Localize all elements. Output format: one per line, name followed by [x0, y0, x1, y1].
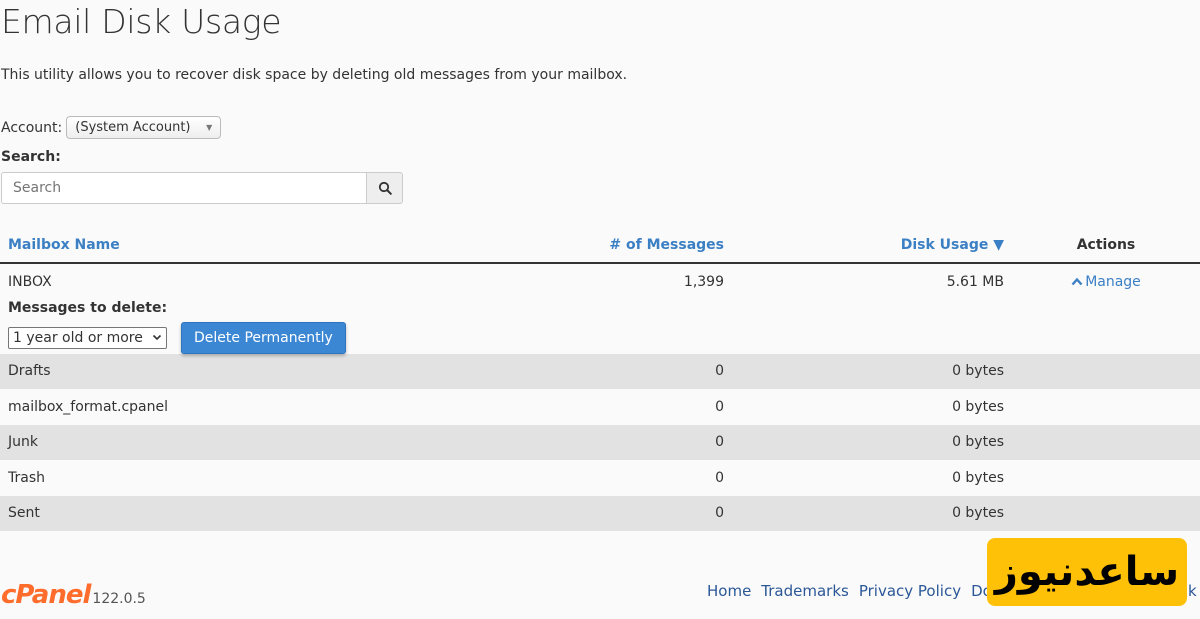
page-title: Email Disk Usage — [1, 2, 282, 41]
actions-cell — [1012, 424, 1200, 460]
disk-usage: 0 bytes — [732, 424, 1012, 460]
account-label: Account: — [1, 119, 63, 136]
version-number: 122.0.5 — [92, 591, 146, 607]
message-count: 1,399 — [683, 273, 724, 290]
message-count: 0 — [466, 495, 732, 531]
mailbox-name: Drafts — [0, 353, 466, 389]
chevron-down-icon — [152, 334, 162, 341]
search-box — [1, 172, 403, 204]
manage-link[interactable]: Manage — [1071, 274, 1141, 290]
mailbox-name: INBOX — [8, 273, 52, 290]
search-button[interactable] — [366, 172, 403, 204]
column-header-actions: Actions — [1012, 228, 1200, 264]
footer-links: Home Trademarks Privacy Policy Do — [707, 582, 992, 600]
table-row: Drafts 0 0 bytes — [0, 353, 1200, 389]
actions-cell — [1012, 353, 1200, 389]
mailbox-name: Junk — [0, 424, 466, 460]
column-header-mailbox-name[interactable]: Mailbox Name — [0, 228, 466, 264]
footer-link-privacy-policy[interactable]: Privacy Policy — [859, 582, 961, 600]
manage-label: Manage — [1085, 273, 1141, 290]
chevron-up-icon — [1071, 277, 1083, 286]
account-row: Account: (System Account) ▼ — [1, 116, 222, 139]
footer-link-home[interactable]: Home — [707, 582, 751, 600]
actions-cell: Manage — [1012, 263, 1200, 300]
message-count: 0 — [715, 469, 724, 486]
messages-to-delete-label: Messages to delete: — [8, 299, 168, 316]
disk-usage: 0 bytes — [952, 398, 1004, 415]
account-selected-value: (System Account) — [75, 120, 191, 135]
footer-link-trademarks[interactable]: Trademarks — [761, 582, 849, 600]
column-header-disk-usage[interactable]: Disk Usage ▼ — [732, 228, 1012, 264]
delete-controls: 1 year old or more Delete Permanently — [8, 321, 1192, 354]
message-count: 0 — [466, 424, 732, 460]
watermark-logo: ساعدنیوز — [987, 538, 1187, 606]
message-age-select[interactable]: 1 year old or more — [8, 326, 167, 349]
column-header-messages[interactable]: # of Messages — [466, 228, 732, 264]
table-row: mailbox_format.cpanel 0 0 bytes — [0, 389, 1200, 425]
table-row-inbox: INBOX 1,399 5.61 MB Manage — [0, 263, 1200, 300]
delete-permanently-button[interactable]: Delete Permanently — [181, 321, 346, 354]
delete-panel: Messages to delete: 1 year old or more D… — [0, 300, 1200, 354]
footer-branding: cPanel 122.0.5 — [1, 580, 146, 610]
footer-link-feedback[interactable]: k — [1188, 582, 1197, 600]
actions-cell — [1012, 495, 1200, 531]
mailbox-name: Sent — [0, 495, 466, 531]
sort-desc-icon: ▼ — [993, 237, 1004, 253]
table-row: Sent 0 0 bytes — [0, 495, 1200, 531]
search-label: Search: — [1, 149, 61, 165]
actions-cell — [1012, 460, 1200, 496]
mailbox-name: Trash — [8, 469, 45, 486]
table-row: Trash 0 0 bytes — [0, 460, 1200, 496]
disk-usage: 0 bytes — [732, 353, 1012, 389]
search-input[interactable] — [1, 172, 366, 204]
dropdown-arrow-icon: ▼ — [206, 123, 213, 132]
mailbox-table: Mailbox Name # of Messages Disk Usage ▼ … — [0, 228, 1200, 531]
message-count: 0 — [466, 353, 732, 389]
disk-usage: 0 bytes — [732, 495, 1012, 531]
search-icon — [378, 181, 392, 195]
disk-usage: 0 bytes — [952, 469, 1004, 486]
disk-usage-label: Disk Usage — [900, 237, 989, 253]
message-age-selected: 1 year old or more — [13, 329, 143, 346]
delete-panel-row: Messages to delete: 1 year old or more D… — [0, 300, 1200, 354]
cpanel-logo[interactable]: cPanel — [1, 580, 91, 610]
account-select[interactable]: (System Account) ▼ — [66, 116, 222, 139]
message-count: 0 — [715, 398, 724, 415]
table-row: Junk 0 0 bytes — [0, 424, 1200, 460]
page-description: This utility allows you to recover disk … — [1, 67, 628, 83]
actions-cell — [1012, 389, 1200, 425]
mailbox-name: mailbox_format.cpanel — [8, 398, 169, 415]
table-header-row: Mailbox Name # of Messages Disk Usage ▼ … — [0, 228, 1200, 264]
disk-usage: 5.61 MB — [946, 273, 1004, 290]
